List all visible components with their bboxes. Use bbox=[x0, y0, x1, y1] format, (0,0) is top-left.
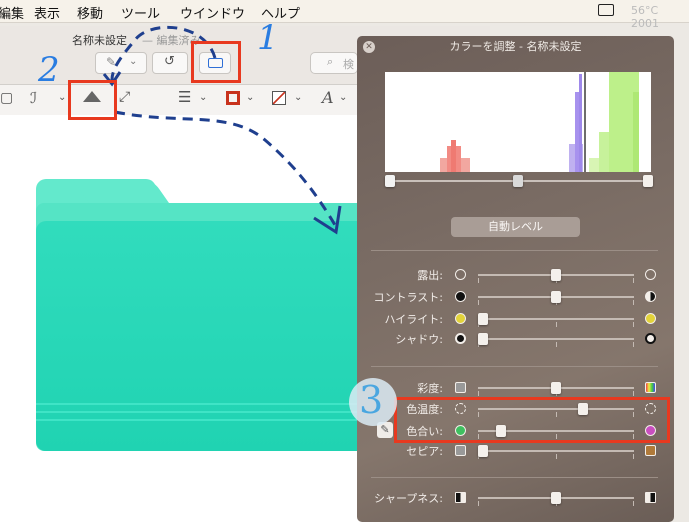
slider-thumb[interactable] bbox=[551, 291, 561, 303]
magnifier-icon: ⌕ bbox=[327, 55, 334, 68]
divider bbox=[371, 250, 658, 251]
aperture-icon bbox=[645, 269, 656, 280]
highlight-toolbox bbox=[191, 41, 241, 83]
histogram-green bbox=[589, 72, 639, 172]
slider-track[interactable] bbox=[478, 450, 634, 452]
slider-track[interactable] bbox=[478, 338, 634, 340]
text-box-icon[interactable]: ▢ bbox=[0, 90, 13, 106]
chevron-down-icon: ⌄ bbox=[199, 92, 208, 103]
text-style-icon[interactable]: A bbox=[322, 88, 334, 107]
adjust-label: シャドウ: bbox=[395, 333, 443, 346]
adjust-label: セピア: bbox=[406, 445, 443, 458]
gray-swatch-icon bbox=[455, 382, 466, 393]
slider-thumb[interactable] bbox=[551, 269, 561, 281]
menu-tools[interactable]: ツール bbox=[121, 3, 160, 22]
ring-icon bbox=[645, 333, 656, 344]
slider-track[interactable] bbox=[478, 318, 634, 320]
slider-tick bbox=[478, 278, 479, 283]
slider-thumb[interactable] bbox=[477, 333, 488, 345]
slider-tick bbox=[633, 391, 634, 396]
dot-icon bbox=[455, 333, 466, 344]
slider-thumb[interactable] bbox=[551, 382, 561, 394]
fill-color-icon[interactable] bbox=[272, 91, 286, 105]
sharp-box-icon bbox=[645, 492, 656, 503]
slider-tick bbox=[478, 501, 479, 506]
display-icon[interactable] bbox=[598, 4, 614, 16]
filled-circle-icon bbox=[455, 291, 466, 302]
levels-black-point[interactable] bbox=[385, 175, 396, 187]
status-text: 56°C 2001 bbox=[631, 4, 659, 30]
yellow-dot-icon bbox=[645, 313, 656, 324]
chevron-down-icon: ⌄ bbox=[129, 56, 138, 67]
color-swatch-icon bbox=[645, 382, 656, 393]
yellow-dot-icon bbox=[455, 313, 466, 324]
slider-tick bbox=[633, 322, 634, 327]
auto-level-button[interactable]: 自動レベル bbox=[451, 217, 580, 237]
annotation-number-3: 3 bbox=[359, 378, 384, 422]
menu-bar: 編集 表示 移動 ツール ウインドウ ヘルプ 56°C 2001 bbox=[0, 0, 689, 30]
levels-white-point[interactable] bbox=[643, 175, 654, 187]
search-placeholder: 検 bbox=[343, 58, 354, 71]
slider-tick bbox=[555, 454, 557, 459]
chevron-down-icon: ⌄ bbox=[246, 92, 255, 103]
divider bbox=[371, 366, 658, 367]
annotation-number-1: 1 bbox=[257, 18, 279, 58]
chevron-down-icon: ⌄ bbox=[294, 92, 303, 103]
menu-go[interactable]: 移動 bbox=[77, 3, 103, 22]
slider-tick bbox=[633, 278, 634, 283]
rotate-button[interactable]: ↺ bbox=[152, 52, 188, 74]
adjust-label: 露出: bbox=[417, 269, 443, 282]
adjust-label: コントラスト: bbox=[373, 291, 444, 304]
slider-tick bbox=[478, 391, 479, 396]
panel-title: カラーを調整 - 名称未設定 bbox=[449, 40, 582, 53]
histogram-chart bbox=[440, 72, 639, 172]
resize-icon[interactable]: ⤢ bbox=[119, 89, 130, 105]
half-circle-icon bbox=[645, 291, 656, 302]
slider-tick bbox=[633, 501, 634, 506]
pen-icon: ✎ bbox=[106, 55, 117, 69]
annotation-number-2: 2 bbox=[38, 50, 60, 90]
blur-box-icon bbox=[455, 492, 466, 503]
slider-thumb[interactable] bbox=[551, 492, 561, 504]
markup-button[interactable]: ✎ ⌄ bbox=[95, 52, 147, 74]
slider-tick bbox=[633, 454, 634, 459]
histogram-blue bbox=[569, 74, 583, 172]
slider-tick bbox=[555, 322, 557, 327]
menu-edit[interactable]: 編集 bbox=[0, 3, 24, 22]
border-color-icon[interactable] bbox=[226, 91, 240, 105]
line-style-icon[interactable]: ☰ bbox=[178, 88, 191, 106]
chevron-down-icon: ⌄ bbox=[58, 92, 67, 103]
slider-thumb[interactable] bbox=[477, 313, 488, 325]
slider-tick bbox=[633, 300, 634, 305]
eyedropper-icon: ✎ bbox=[380, 423, 390, 436]
adjust-color-panel: カラーを調整 - 名称未設定 ✕ 自動レベル 露出: コントラスト: ハイライト… bbox=[357, 36, 674, 522]
chevron-down-icon: ⌄ bbox=[339, 92, 348, 103]
divider bbox=[371, 477, 658, 478]
adjust-label: ハイライト: bbox=[384, 313, 444, 326]
slider-thumb[interactable] bbox=[477, 445, 488, 457]
window-title: 名称未設定 bbox=[72, 34, 127, 47]
highlight-color-rows bbox=[394, 397, 670, 443]
highlight-adjust-color bbox=[68, 80, 117, 120]
histogram bbox=[385, 72, 651, 172]
close-icon[interactable]: ✕ bbox=[363, 41, 375, 53]
levels-midtone[interactable] bbox=[513, 175, 523, 187]
adjust-label: シャープネス: bbox=[373, 492, 443, 505]
signature-icon[interactable]: ℐ bbox=[30, 89, 37, 107]
gray-swatch-icon bbox=[455, 445, 466, 456]
search-field[interactable]: ⌕ 検 bbox=[310, 52, 358, 74]
sepia-swatch-icon bbox=[645, 445, 656, 456]
histogram-red bbox=[440, 140, 470, 172]
rotate-icon: ↺ bbox=[164, 54, 175, 69]
slider-tick bbox=[555, 342, 557, 347]
menu-window[interactable]: ウインドウ bbox=[180, 3, 245, 22]
folder-image bbox=[36, 179, 366, 451]
slider-tick bbox=[633, 342, 634, 347]
menu-view[interactable]: 表示 bbox=[34, 3, 60, 22]
aperture-icon bbox=[455, 269, 466, 280]
slider-tick bbox=[478, 300, 479, 305]
